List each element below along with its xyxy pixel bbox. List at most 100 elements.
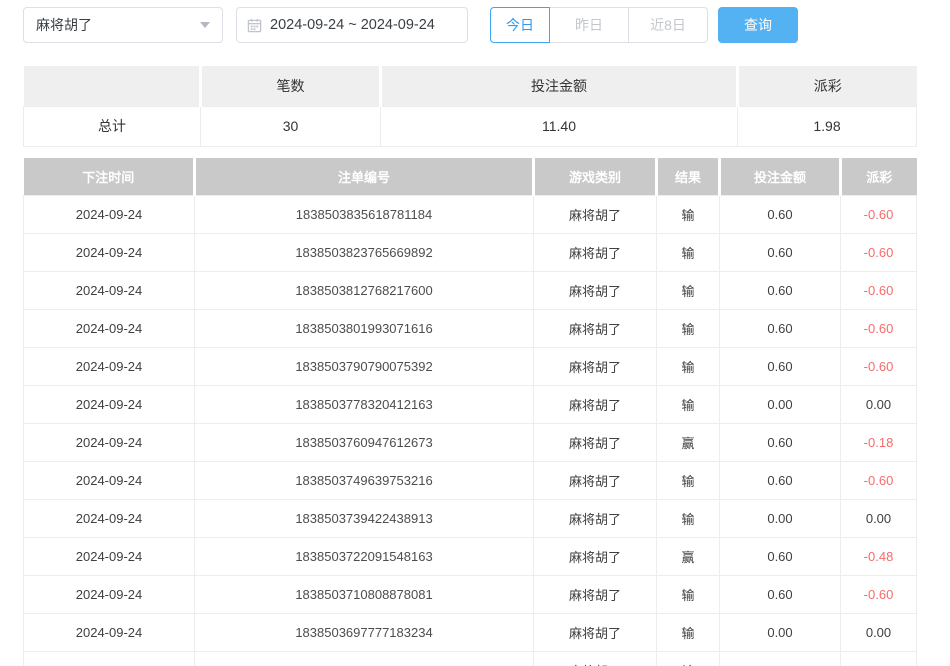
game-type-cell: 麻将胡了 bbox=[534, 423, 657, 461]
summary-header-row: 笔数 投注金额 派彩 bbox=[24, 66, 917, 106]
bet-time-cell: 2024-09-24 bbox=[24, 423, 195, 461]
bet-id-cell: 1838503778320412163 bbox=[195, 385, 534, 423]
game-type-cell: 麻将胡了 bbox=[534, 575, 657, 613]
game-type-cell: 麻将胡了 bbox=[534, 651, 657, 666]
bet-amount-cell: 0.60 bbox=[720, 461, 841, 499]
header-result: 结果 bbox=[657, 158, 720, 195]
date-range-value: 2024-09-24 ~ 2024-09-24 bbox=[270, 17, 435, 33]
table-row: 2024-09-241838503710808878081麻将胡了输0.60-0… bbox=[24, 575, 917, 613]
header-payout: 派彩 bbox=[841, 158, 917, 195]
date-range-picker[interactable]: 2024-09-24 ~ 2024-09-24 bbox=[236, 7, 468, 43]
table-row: 2024-09-241838503835618781184麻将胡了输0.60-0… bbox=[24, 195, 917, 233]
result-cell: 输 bbox=[657, 461, 720, 499]
game-type-cell: 麻将胡了 bbox=[534, 309, 657, 347]
bet-id-cell: 1838503823765669892 bbox=[195, 233, 534, 271]
bet-time-cell: 2024-09-24 bbox=[24, 461, 195, 499]
table-row: 2024-09-241838503778320412163麻将胡了输0.000.… bbox=[24, 385, 917, 423]
payout-cell: 0.00 bbox=[841, 499, 917, 537]
summary-header-count: 笔数 bbox=[201, 66, 381, 106]
summary-header-empty bbox=[24, 66, 201, 106]
table-row: 2024-09-241838503790790075392麻将胡了输0.60-0… bbox=[24, 347, 917, 385]
result-cell: 输 bbox=[657, 575, 720, 613]
payout-cell: -0.18 bbox=[841, 423, 917, 461]
query-button[interactable]: 查询 bbox=[718, 7, 798, 43]
header-bet-time: 下注时间 bbox=[24, 158, 195, 195]
summary-bet-amount-value: 11.40 bbox=[381, 106, 738, 146]
result-cell: 输 bbox=[657, 613, 720, 651]
bet-time-cell: 2024-09-24 bbox=[24, 537, 195, 575]
game-type-cell: 麻将胡了 bbox=[534, 195, 657, 233]
result-cell: 输 bbox=[657, 385, 720, 423]
quick-range-8days-button[interactable]: 近8日 bbox=[629, 7, 708, 43]
calendar-icon bbox=[247, 18, 262, 33]
result-cell: 输 bbox=[657, 499, 720, 537]
bet-id-cell: 1838503710808878081 bbox=[195, 575, 534, 613]
bet-time-cell bbox=[24, 651, 195, 666]
table-row: 2024-09-241838503823765669892麻将胡了输0.60-0… bbox=[24, 233, 917, 271]
result-cell: 输 bbox=[657, 195, 720, 233]
payout-cell bbox=[841, 651, 917, 666]
game-type-cell: 麻将胡了 bbox=[534, 499, 657, 537]
game-type-cell: 麻将胡了 bbox=[534, 461, 657, 499]
header-game-type: 游戏类别 bbox=[534, 158, 657, 195]
summary-header-bet-amount: 投注金额 bbox=[381, 66, 738, 106]
bet-amount-cell: 0.60 bbox=[720, 537, 841, 575]
summary-total-row: 总计 30 11.40 1.98 bbox=[24, 106, 917, 146]
bet-amount-cell: 0.60 bbox=[720, 271, 841, 309]
result-cell: 输 bbox=[657, 347, 720, 385]
records-header-row: 下注时间 注单编号 游戏类别 结果 投注金额 派彩 bbox=[24, 158, 917, 195]
payout-cell: 0.00 bbox=[841, 613, 917, 651]
summary-count-value: 30 bbox=[201, 106, 381, 146]
betting-records-page: 麻将胡了 2024-09-24 ~ 2024-09-24 bbox=[0, 0, 950, 666]
payout-cell: -0.48 bbox=[841, 537, 917, 575]
bet-amount-cell: 0.60 bbox=[720, 195, 841, 233]
quick-range-today-button[interactable]: 今日 bbox=[490, 7, 550, 43]
payout-cell: 0.00 bbox=[841, 385, 917, 423]
bet-id-cell: 1838503739422438913 bbox=[195, 499, 534, 537]
bet-records-table: 下注时间 注单编号 游戏类别 结果 投注金额 派彩 2024-09-241838… bbox=[23, 158, 917, 666]
bet-time-cell: 2024-09-24 bbox=[24, 385, 195, 423]
payout-cell: -0.60 bbox=[841, 461, 917, 499]
payout-cell: -0.60 bbox=[841, 309, 917, 347]
result-cell: 输 bbox=[657, 309, 720, 347]
bet-id-cell: 1838503697777183234 bbox=[195, 613, 534, 651]
result-cell: 输 bbox=[657, 271, 720, 309]
bet-amount-cell: 0.60 bbox=[720, 233, 841, 271]
summary-payout-value: 1.98 bbox=[738, 106, 917, 146]
table-row: 2024-09-241838503760947612673麻将胡了赢0.60-0… bbox=[24, 423, 917, 461]
bet-id-cell: 1838503790790075392 bbox=[195, 347, 534, 385]
result-cell: 输 bbox=[657, 651, 720, 666]
table-row: 2024-09-241838503749639753216麻将胡了输0.60-0… bbox=[24, 461, 917, 499]
game-type-cell: 麻将胡了 bbox=[534, 613, 657, 651]
table-row: 2024-09-241838503801993071616麻将胡了输0.60-0… bbox=[24, 309, 917, 347]
table-row: 2024-09-241838503739422438913麻将胡了输0.000.… bbox=[24, 499, 917, 537]
table-row: 麻将胡了输 bbox=[24, 651, 917, 666]
bet-id-cell: 1838503812768217600 bbox=[195, 271, 534, 309]
bet-amount-cell: 0.00 bbox=[720, 613, 841, 651]
result-cell: 赢 bbox=[657, 537, 720, 575]
summary-table: 笔数 投注金额 派彩 总计 30 11.40 1.98 bbox=[23, 66, 917, 147]
bet-amount-cell: 0.60 bbox=[720, 575, 841, 613]
game-select[interactable]: 麻将胡了 bbox=[23, 7, 223, 43]
payout-cell: -0.60 bbox=[841, 347, 917, 385]
header-bet-id: 注单编号 bbox=[195, 158, 534, 195]
bet-amount-cell bbox=[720, 651, 841, 666]
quick-range-group: 今日 昨日 近8日 bbox=[490, 7, 708, 43]
result-cell: 输 bbox=[657, 233, 720, 271]
bet-time-cell: 2024-09-24 bbox=[24, 271, 195, 309]
quick-range-yesterday-button[interactable]: 昨日 bbox=[550, 7, 629, 43]
bet-id-cell: 1838503801993071616 bbox=[195, 309, 534, 347]
bet-time-cell: 2024-09-24 bbox=[24, 575, 195, 613]
table-row: 2024-09-241838503812768217600麻将胡了输0.60-0… bbox=[24, 271, 917, 309]
bet-id-cell: 1838503722091548163 bbox=[195, 537, 534, 575]
table-row: 2024-09-241838503697777183234麻将胡了输0.000.… bbox=[24, 613, 917, 651]
game-type-cell: 麻将胡了 bbox=[534, 385, 657, 423]
game-type-cell: 麻将胡了 bbox=[534, 233, 657, 271]
bet-amount-cell: 0.60 bbox=[720, 347, 841, 385]
header-bet-amount: 投注金额 bbox=[720, 158, 841, 195]
bet-id-cell: 1838503749639753216 bbox=[195, 461, 534, 499]
payout-cell: -0.60 bbox=[841, 271, 917, 309]
game-type-cell: 麻将胡了 bbox=[534, 347, 657, 385]
game-select-value: 麻将胡了 bbox=[36, 15, 92, 35]
bet-amount-cell: 0.00 bbox=[720, 499, 841, 537]
